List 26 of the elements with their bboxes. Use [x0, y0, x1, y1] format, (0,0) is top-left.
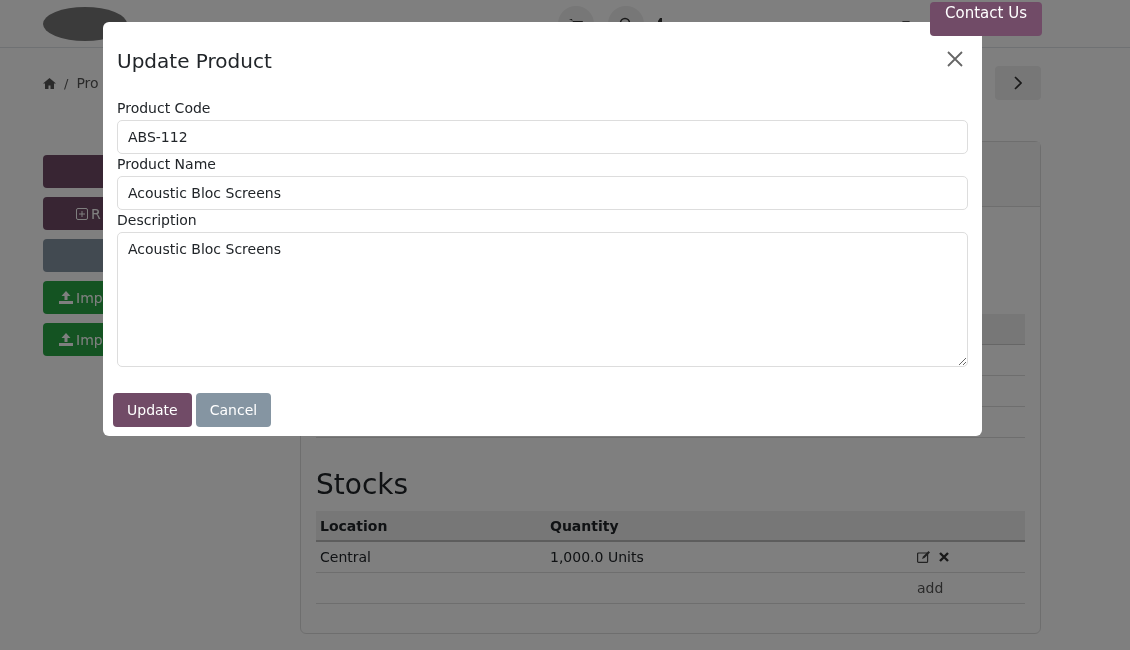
chevron-right-icon — [1014, 76, 1022, 90]
contact-us-button[interactable]: Contact Us — [930, 2, 1042, 36]
breadcrumb-item[interactable]: Pro — [76, 75, 99, 91]
section-heading: Stocks — [316, 468, 410, 501]
close-icon — [946, 50, 964, 68]
field-label: Description — [117, 211, 198, 230]
home-icon[interactable] — [43, 77, 56, 89]
edit-icon[interactable] — [917, 551, 931, 563]
field-label: Product Name — [117, 155, 217, 174]
table-cell: 1,000.0 Units — [550, 549, 644, 565]
text-field[interactable]: Acoustic Bloc Screens — [117, 176, 968, 210]
field-label: Product Code — [117, 99, 212, 118]
next-button[interactable] — [995, 66, 1041, 100]
update-button[interactable]: Update — [113, 393, 192, 427]
delete-icon[interactable] — [939, 552, 949, 562]
dialog-title: Update Product — [117, 49, 272, 73]
text-field[interactable]: ABS-112 — [117, 120, 968, 154]
breadcrumb-separator: / — [64, 75, 69, 91]
plus-box-icon — [76, 207, 88, 220]
upload-icon — [59, 333, 73, 346]
upload-icon — [59, 291, 73, 304]
column-header: Quantity — [546, 511, 862, 542]
description-field[interactable]: Acoustic Bloc Screens — [117, 232, 968, 367]
column-header: Location — [316, 511, 546, 542]
table-cell: Central — [320, 549, 371, 565]
add-link[interactable]: add — [917, 580, 944, 596]
